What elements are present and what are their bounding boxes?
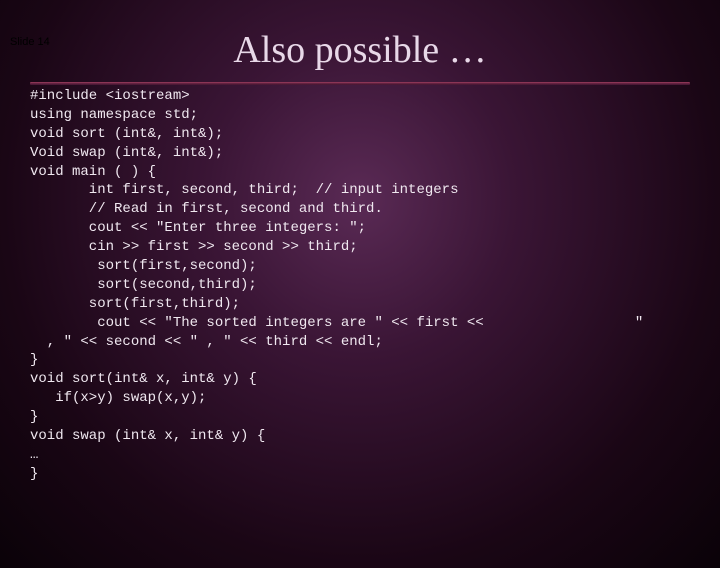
slide-title: Also possible …: [0, 28, 720, 72]
slide-number: Slide 14: [10, 36, 50, 48]
code-block: #include <iostream> using namespace std;…: [0, 87, 720, 484]
title-divider: [30, 82, 690, 85]
